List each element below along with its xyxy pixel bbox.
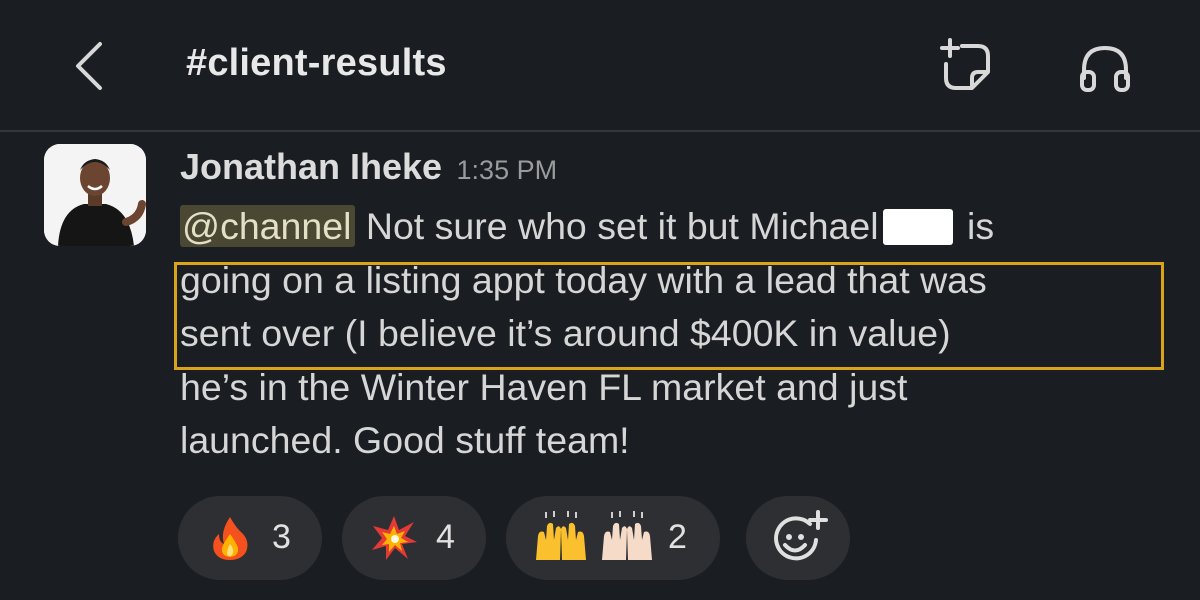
- compose-icon: [940, 38, 990, 90]
- reaction-fire[interactable]: 3: [178, 496, 322, 580]
- message-line: @channel Not sure who set it but Michael…: [180, 200, 1170, 254]
- message-line: sent over (I believe it’s around $400K i…: [180, 312, 951, 354]
- reaction-raising-hands[interactable]: 2: [506, 496, 720, 580]
- channel-title[interactable]: #client-results: [186, 42, 447, 85]
- reaction-count: 4: [436, 518, 455, 556]
- raising-hands-light-icon: [602, 511, 652, 560]
- reaction-count: 3: [272, 518, 291, 556]
- message-header: Jonathan Iheke 1:35 PM: [180, 146, 557, 194]
- add-reaction-button[interactable]: [746, 496, 850, 580]
- channel-mention[interactable]: @channel: [180, 205, 356, 247]
- message-text: is: [956, 205, 995, 247]
- raising-hands-icon: [536, 511, 586, 560]
- author-avatar[interactable]: [44, 144, 146, 246]
- message-line: he’s in the Winter Haven FL market and j…: [180, 365, 908, 408]
- fire-icon: [213, 517, 248, 560]
- redaction-box: [882, 209, 953, 245]
- message-body: @channel Not sure who set it but Michael…: [180, 200, 1170, 468]
- huddle-button[interactable]: [1074, 38, 1136, 100]
- message-line: going on a listing appt today with a lea…: [180, 258, 987, 301]
- chevron-left-icon: [76, 42, 102, 90]
- compose-button[interactable]: [936, 36, 998, 98]
- message-line: launched. Good stuff team!: [180, 419, 630, 461]
- collision-icon: [372, 516, 417, 560]
- avatar-photo: [44, 144, 146, 246]
- headphones-icon: [1080, 45, 1130, 92]
- reaction-count: 2: [668, 518, 687, 556]
- reaction-collision[interactable]: 4: [342, 496, 486, 580]
- back-button[interactable]: [68, 38, 116, 94]
- author-name[interactable]: Jonathan Iheke: [180, 146, 442, 187]
- add-reaction-icon: [774, 510, 828, 561]
- message-text: Not sure who set it but Michael: [355, 205, 879, 247]
- channel-header: #client-results: [0, 0, 1200, 132]
- message-timestamp[interactable]: 1:35 PM: [457, 155, 558, 185]
